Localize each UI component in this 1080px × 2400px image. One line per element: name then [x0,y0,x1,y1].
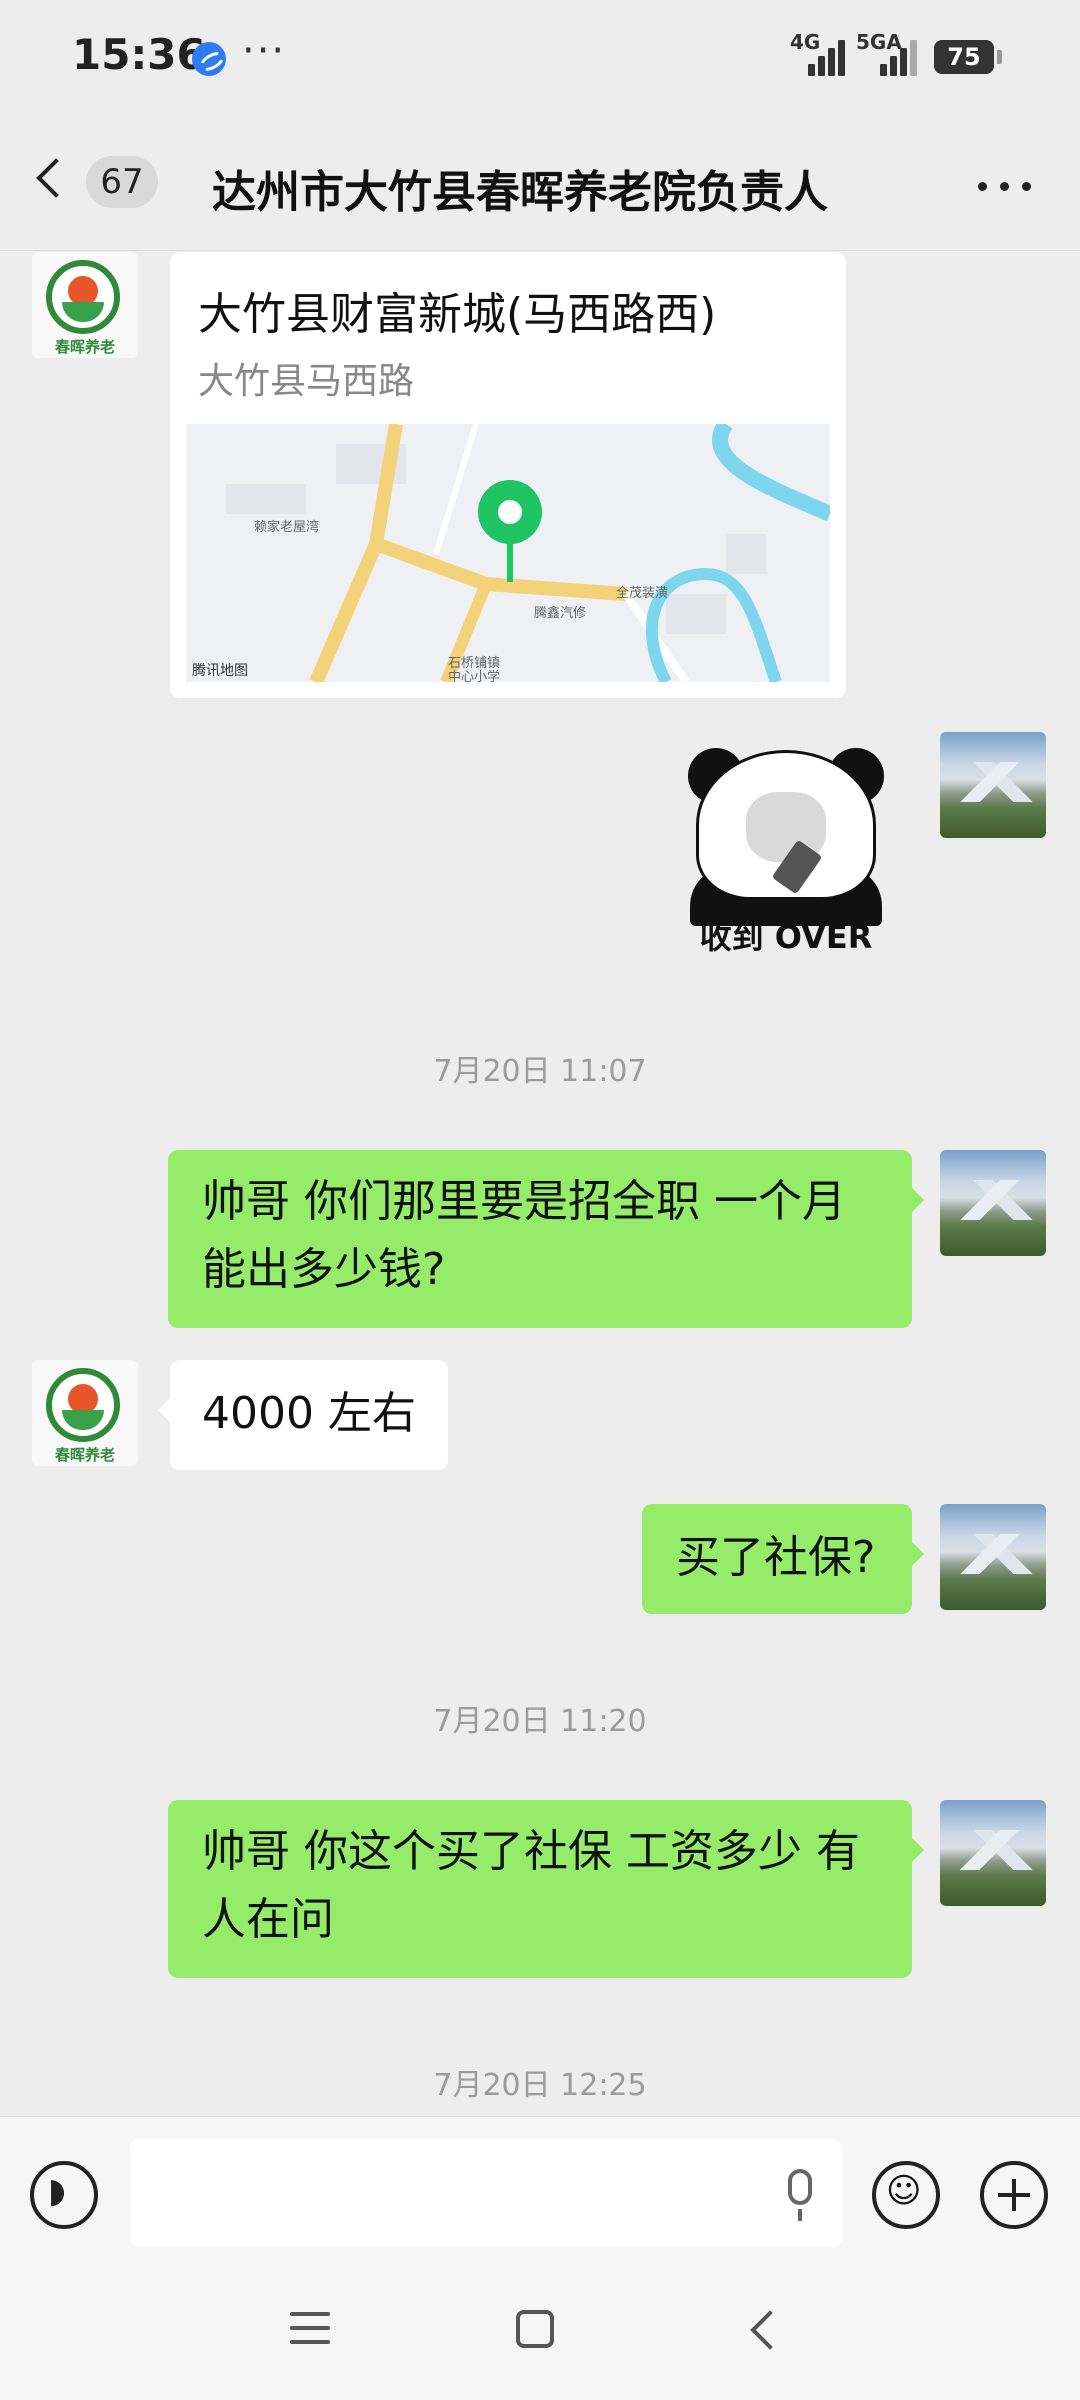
contact-avatar[interactable]: 春晖养老 [32,252,138,358]
status-time: 15:36 [72,30,206,79]
chat-header: 67 达州市大竹县春晖养老院负责人 [0,118,1080,251]
sticker-caption: 收到 OVER [699,918,873,956]
status-more: ··· [242,28,287,74]
self-avatar[interactable] [940,1800,1046,1906]
map-preview: 赖家老屋湾 全茂装潢 腾鑫汽修 石桥铺镇 中心小学 腾讯地图 [186,424,830,682]
message-input-bar: ◗ ☺ [0,2116,1080,2273]
system-nav-bar [0,2272,1080,2400]
more-options-icon[interactable] [978,182,1032,192]
browser-app-icon [192,42,226,76]
message-timestamp: 7月20日 11:20 [433,1704,647,1739]
message-text: 4000 左右 [202,1388,416,1439]
home-icon[interactable] [516,2310,554,2348]
message-text: 买了社保? [676,1532,876,1583]
map-label: 中心小学 [448,670,501,682]
message-text: 能出多少钱? [202,1244,446,1295]
system-back-icon[interactable] [750,2310,790,2350]
microphone-icon[interactable] [788,2169,812,2221]
map-pin-stem [507,540,513,582]
message-timestamp: 7月20日 12:25 [433,2068,647,2103]
signal-icon-2 [880,36,920,76]
logo-icon [46,260,120,334]
back-arrow-icon[interactable] [36,158,76,198]
incoming-message-bubble[interactable]: 4000 左右 [158,1360,448,1470]
location-title: 大竹县财富新城(马西路西) [198,289,717,340]
map-brand-label: 腾讯地图 [192,663,248,679]
battery-icon: 75 [934,40,1002,74]
location-message-card[interactable]: 大竹县财富新城(马西路西) 大竹县马西路 赖家老屋湾 全茂装潢 腾鑫汽修 石桥铺… [170,252,846,698]
chat-title: 达州市大竹县春晖养老院负责人 [212,167,828,218]
outgoing-message-bubble[interactable]: 帅哥 你们那里要是招全职 一个月 能出多少钱? [168,1150,924,1328]
message-input[interactable] [130,2139,842,2247]
smiley-icon: ☺ [886,2171,922,2211]
emoji-button[interactable]: ☺ [872,2161,940,2229]
voice-icon: ◗ [48,2171,66,2211]
self-avatar[interactable] [940,1504,1046,1610]
map-label: 赖家老屋湾 [254,520,320,535]
contact-avatar[interactable]: 春晖养老 [32,1360,138,1466]
outgoing-message-bubble[interactable]: 买了社保? [642,1504,924,1614]
logo-text: 春晖养老 [54,338,115,356]
message-text: 帅哥 你们那里要是招全职 一个月 [202,1176,846,1227]
message-text: 人在问 [202,1894,334,1945]
outgoing-message-bubble[interactable]: 帅哥 你这个买了社保 工资多少 有 人在问 [168,1800,924,1978]
location-address: 大竹县马西路 [198,361,415,402]
message-text: 帅哥 你这个买了社保 工资多少 有 [202,1826,860,1877]
more-actions-button[interactable] [980,2161,1048,2229]
map-label: 腾鑫汽修 [534,606,587,621]
status-bar: 15:36 ··· 4G 5GA 75 [0,0,1080,118]
self-avatar[interactable] [940,1150,1046,1256]
voice-toggle-button[interactable]: ◗ [30,2161,98,2229]
logo-icon [46,1368,120,1442]
panda-sticker[interactable]: 收到 OVER [686,748,886,958]
signal-icon [808,36,848,76]
unread-count-badge[interactable]: 67 [86,156,158,208]
logo-text: 春晖养老 [54,1446,115,1464]
message-timestamp: 7月20日 11:07 [433,1054,647,1089]
map-pin-icon [478,480,542,544]
recent-apps-icon[interactable] [290,2312,330,2346]
map-label: 全茂装潢 [616,586,669,601]
self-avatar[interactable] [940,732,1046,838]
